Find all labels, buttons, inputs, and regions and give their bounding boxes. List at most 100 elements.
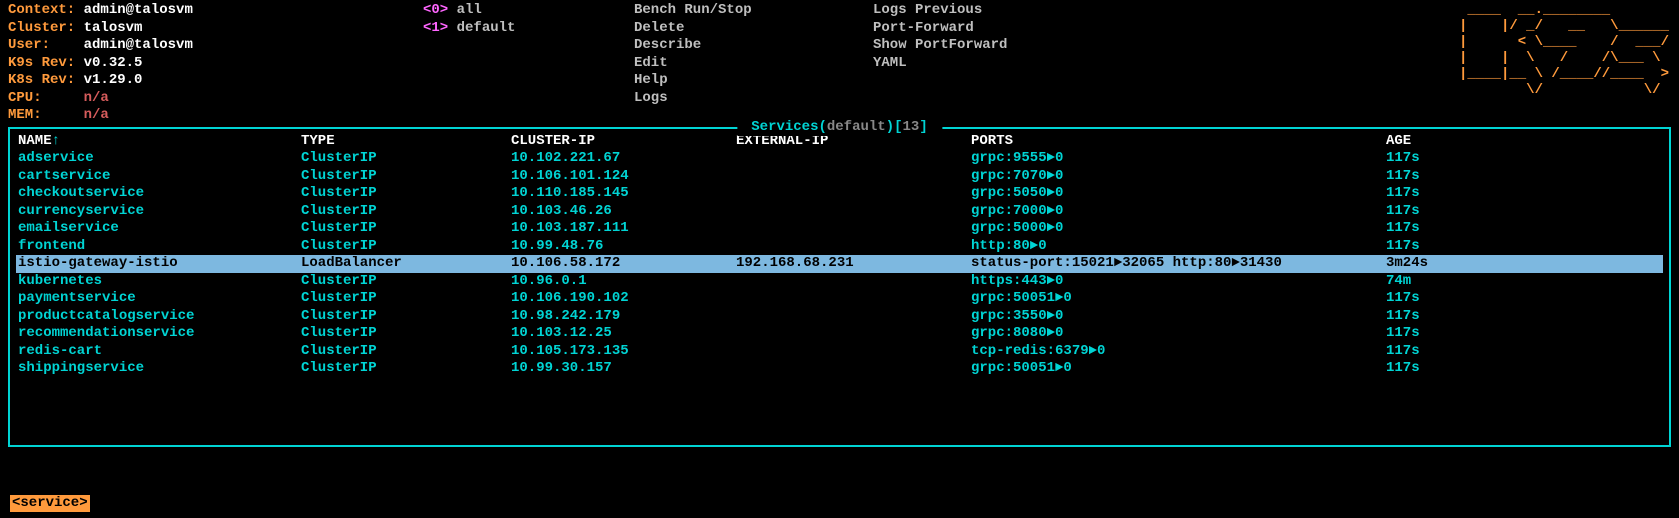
cell-age: 117s xyxy=(1386,325,1663,343)
cell-type: ClusterIP xyxy=(301,203,511,221)
panel-title: Services(default)[13] xyxy=(737,119,942,137)
cell-type: ClusterIP xyxy=(301,238,511,256)
cell-cluster-ip: 10.105.173.135 xyxy=(511,343,736,361)
hotkey-desc: Logs xyxy=(634,90,774,108)
cell-type: ClusterIP xyxy=(301,168,511,186)
cell-age: 117s xyxy=(1386,290,1663,308)
cell-cluster-ip: 10.106.58.172 xyxy=(511,255,736,273)
table-row[interactable]: emailserviceClusterIP10.103.187.111grpc:… xyxy=(16,220,1663,238)
services-table[interactable]: NAME↑ TYPE CLUSTER-IP EXTERNAL-IP PORTS … xyxy=(10,129,1669,378)
hotkey-desc: YAML xyxy=(873,55,1073,73)
hotkey-desc: Bench Run/Stop xyxy=(634,2,774,20)
cell-type: ClusterIP xyxy=(301,343,511,361)
cell-external-ip xyxy=(736,360,971,378)
cell-external-ip xyxy=(736,150,971,168)
k9s-logo: ____ __.________ | |/ _/ __ \______ | < … xyxy=(1459,2,1669,99)
hotkey-desc: Port-Forward xyxy=(873,20,1073,38)
cell-age: 117s xyxy=(1386,343,1663,361)
breadcrumb: <service> xyxy=(10,495,90,513)
col-ports[interactable]: PORTS xyxy=(971,133,1386,151)
cell-external-ip xyxy=(736,168,971,186)
table-row[interactable]: frontendClusterIP10.99.48.76http:80►0117… xyxy=(16,238,1663,256)
cluster-value: talosvm xyxy=(84,20,143,36)
hotkey-desc: all xyxy=(457,2,482,18)
col-age[interactable]: AGE xyxy=(1386,133,1663,151)
services-panel: Services(default)[13] NAME↑ TYPE CLUSTER… xyxy=(8,127,1671,447)
hotkey-desc: Edit xyxy=(634,55,774,73)
table-row[interactable]: shippingserviceClusterIP10.99.30.157grpc… xyxy=(16,360,1663,378)
cluster-label: Cluster: xyxy=(8,20,75,36)
cell-ports: grpc:5050►0 xyxy=(971,185,1386,203)
table-row[interactable]: kubernetesClusterIP10.96.0.1https:443►07… xyxy=(16,273,1663,291)
table-row[interactable]: istio-gateway-istioLoadBalancer10.106.58… xyxy=(16,255,1663,273)
hotkey-desc: Describe xyxy=(634,37,774,55)
cell-name: emailservice xyxy=(16,220,301,238)
hotkey-desc: Help xyxy=(634,72,774,90)
cell-external-ip xyxy=(736,185,971,203)
cell-external-ip xyxy=(736,290,971,308)
cell-external-ip xyxy=(736,203,971,221)
cell-ports: grpc:7070►0 xyxy=(971,168,1386,186)
k9srev-value: v0.32.5 xyxy=(84,55,143,71)
cell-age: 117s xyxy=(1386,360,1663,378)
cluster-info: Context: admin@talosvm Cluster: talosvm … xyxy=(8,2,423,125)
cell-type: LoadBalancer xyxy=(301,255,511,273)
cell-cluster-ip: 10.103.46.26 xyxy=(511,203,736,221)
cell-type: ClusterIP xyxy=(301,185,511,203)
cell-ports: grpc:9555►0 xyxy=(971,150,1386,168)
table-row[interactable]: recommendationserviceClusterIP10.103.12.… xyxy=(16,325,1663,343)
table-row[interactable]: productcatalogserviceClusterIP10.98.242.… xyxy=(16,308,1663,326)
user-value: admin@talosvm xyxy=(84,37,193,53)
cell-ports: grpc:50051►0 xyxy=(971,360,1386,378)
cell-cluster-ip: 10.99.30.157 xyxy=(511,360,736,378)
cell-name: kubernetes xyxy=(16,273,301,291)
cell-ports: grpc:3550►0 xyxy=(971,308,1386,326)
cell-ports: grpc:50051►0 xyxy=(971,290,1386,308)
mem-value: n/a xyxy=(84,107,109,123)
cell-age: 3m24s xyxy=(1386,255,1663,273)
cell-type: ClusterIP xyxy=(301,308,511,326)
table-row[interactable]: paymentserviceClusterIP10.106.190.102grp… xyxy=(16,290,1663,308)
table-row[interactable]: checkoutserviceClusterIP10.110.185.145gr… xyxy=(16,185,1663,203)
table-row[interactable]: adserviceClusterIP10.102.221.67grpc:9555… xyxy=(16,150,1663,168)
cell-name: istio-gateway-istio xyxy=(16,255,301,273)
cell-ports: status-port:15021►32065 http:80►31430 xyxy=(971,255,1386,273)
cell-external-ip: 192.168.68.231 xyxy=(736,255,971,273)
cell-cluster-ip: 10.96.0.1 xyxy=(511,273,736,291)
table-row[interactable]: redis-cartClusterIP10.105.173.135tcp-red… xyxy=(16,343,1663,361)
cell-external-ip xyxy=(736,273,971,291)
col-cluster-ip[interactable]: CLUSTER-IP xyxy=(511,133,736,151)
cell-cluster-ip: 10.106.190.102 xyxy=(511,290,736,308)
cell-external-ip xyxy=(736,220,971,238)
table-row[interactable]: currencyserviceClusterIP10.103.46.26grpc… xyxy=(16,203,1663,221)
cell-type: ClusterIP xyxy=(301,273,511,291)
cell-age: 117s xyxy=(1386,220,1663,238)
table-row[interactable]: cartserviceClusterIP10.106.101.124 grpc:7… xyxy=(16,168,1663,186)
context-label: Context: xyxy=(8,2,75,18)
cell-name: productcatalogservice xyxy=(16,308,301,326)
cell-name: adservice xyxy=(16,150,301,168)
k8srev-label: K8s Rev: xyxy=(8,72,75,88)
k9srev-label: K9s Rev: xyxy=(8,55,75,71)
col-name[interactable]: NAME xyxy=(18,133,52,149)
cell-type: ClusterIP xyxy=(301,325,511,343)
cell-external-ip xyxy=(736,325,971,343)
cell-age: 74m xyxy=(1386,273,1663,291)
header: Context: admin@talosvm Cluster: talosvm … xyxy=(8,2,1671,125)
cell-type: ClusterIP xyxy=(301,360,511,378)
cell-cluster-ip: 10.102.221.67 xyxy=(511,150,736,168)
cell-name: redis-cart xyxy=(16,343,301,361)
cell-age: 117s xyxy=(1386,308,1663,326)
cell-name: cartservice xyxy=(16,168,301,186)
cell-cluster-ip: 10.103.187.111 xyxy=(511,220,736,238)
cell-cluster-ip: 10.110.185.145 xyxy=(511,185,736,203)
hotkey-desc: Logs Previous xyxy=(873,2,1073,20)
cell-name: currencyservice xyxy=(16,203,301,221)
context-value: admin@talosvm xyxy=(84,2,193,18)
cell-type: ClusterIP xyxy=(301,290,511,308)
col-type[interactable]: TYPE xyxy=(301,133,511,151)
hotkey-desc: Delete xyxy=(634,20,774,38)
cpu-value: n/a xyxy=(84,90,109,106)
cell-cluster-ip: 10.106.101.124 xyxy=(511,168,736,186)
cell-external-ip xyxy=(736,343,971,361)
